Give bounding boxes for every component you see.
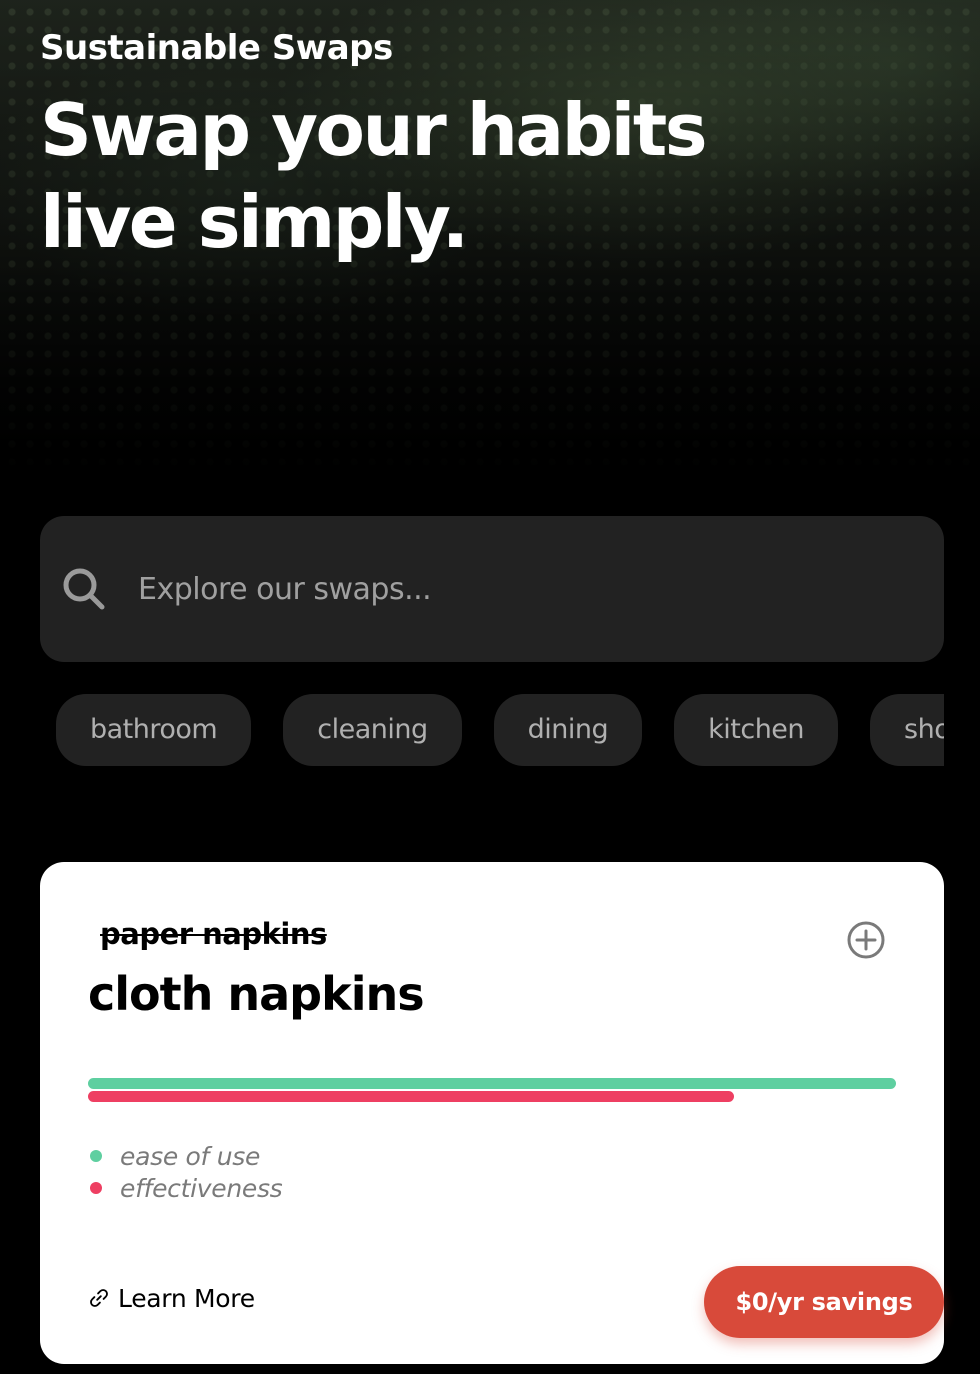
link-icon [90,1289,108,1307]
ease-of-use-label: ease of use [120,1141,261,1171]
legend-item-ease: ease of use [88,1140,282,1172]
headline-line-2: live simply. [40,180,469,264]
effectiveness-bar [88,1091,734,1102]
effectiveness-dot [90,1182,102,1194]
learn-more-label: Learn More [118,1283,255,1313]
effectiveness-label: effectiveness [120,1173,283,1203]
search-input[interactable] [138,571,898,607]
category-chip-shopping[interactable]: shopping [870,694,944,766]
old-item-label: paper napkins [100,917,327,951]
category-chip-dining[interactable]: dining [493,694,643,766]
legend-item-effectiveness: effectiveness [88,1172,283,1204]
search-bar[interactable] [40,516,944,662]
ease-of-use-bar [88,1078,896,1089]
category-chip-kitchen[interactable]: kitchen [674,694,839,766]
plus-circle-icon[interactable] [846,920,886,960]
search-icon [63,568,105,610]
new-item-title: cloth napkins [88,967,425,1021]
headline-line-1: Swap your habits [40,88,708,172]
brand-title: Sustainable Swaps [40,28,393,68]
category-chip-cleaning[interactable]: cleaning [283,694,462,766]
ease-of-use-dot [90,1150,102,1162]
category-chip-bathroom[interactable]: bathroom [56,694,252,766]
hero-headline: Swap your habits live simply. [40,84,708,268]
learn-more-link[interactable]: Learn More [88,1278,255,1318]
savings-button[interactable]: $0/yr savings [704,1266,944,1338]
rating-legend: ease of use effectiveness [88,1140,283,1204]
category-chips: bathroom cleaning dining kitchen shoppin… [56,694,944,766]
